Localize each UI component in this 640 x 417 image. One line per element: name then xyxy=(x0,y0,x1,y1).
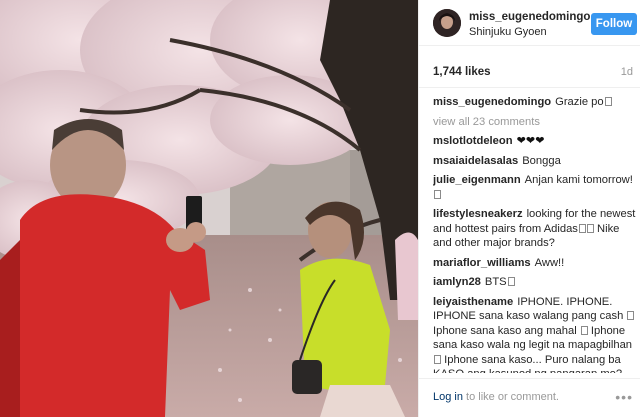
post-photo[interactable] xyxy=(0,0,418,417)
comment-text: BTS xyxy=(484,276,507,288)
comment-text: Bongga xyxy=(522,154,561,167)
comment-username[interactable]: lifestylesneakerz xyxy=(433,208,523,220)
comment-username[interactable]: julie_eigenmann xyxy=(433,174,521,186)
caption-username[interactable]: miss_eugenedomingo xyxy=(433,96,551,108)
comment-username[interactable]: msaiaidelasalas xyxy=(433,155,518,167)
comment-item: julie_eigenmann Anjan kami tomorrow! xyxy=(433,173,639,202)
avatar[interactable] xyxy=(433,9,461,37)
missing-glyph-icon xyxy=(627,311,635,320)
login-link[interactable]: Log in xyxy=(433,391,463,403)
comment-item: mariaflor_williams Aww!! xyxy=(433,256,639,271)
comment-item: mslotlotdeleon ❤❤❤ xyxy=(433,134,639,149)
comment-username[interactable]: iamlyn28 xyxy=(433,276,481,288)
missing-glyph-icon xyxy=(580,325,588,335)
comment-text: ❤❤❤ xyxy=(516,135,545,147)
more-options-icon[interactable]: ••• xyxy=(615,389,633,405)
comment-username[interactable]: mslotlotdeleon xyxy=(433,135,513,147)
missing-glyph-icon xyxy=(434,189,441,199)
comment-item: leiyaisthename IPHONE. IPHONE. IPHONE san… xyxy=(433,295,639,374)
post-sidebar: miss_eugenedomingo Shinjuku Gyoen Follow… xyxy=(418,0,640,417)
comment-text: Aww!! xyxy=(534,256,565,269)
missing-glyph-icon xyxy=(507,277,515,286)
missing-glyph-icon xyxy=(578,223,586,233)
caption-text: Grazie po xyxy=(555,96,604,108)
post-footer: Log in to like or comment. ••• xyxy=(419,378,640,417)
avatar-image-icon xyxy=(433,9,461,37)
missing-glyph-icon xyxy=(434,354,441,364)
missing-glyph-icon xyxy=(604,97,612,106)
comment-item: iamlyn28 BTS xyxy=(433,275,639,290)
instagram-post: miss_eugenedomingo Shinjuku Gyoen Follow… xyxy=(0,0,640,417)
comment-text-continued: Iphone sana kaso... Puro nalang ba KASO … xyxy=(433,353,622,374)
follow-button[interactable]: Follow xyxy=(591,13,637,35)
caption: miss_eugenedomingo Grazie po xyxy=(433,95,639,110)
location-link[interactable]: Shinjuku Gyoen xyxy=(469,26,547,38)
comment-text-continued: Iphone sana kaso ang mahal xyxy=(433,324,577,337)
post-age[interactable]: 1d xyxy=(621,66,633,78)
likes-count[interactable]: 1,744 likes xyxy=(433,66,491,78)
login-prompt-text: to like or comment. xyxy=(462,391,559,403)
comment-item: lifestylesneakerz looking for the newest … xyxy=(433,207,639,251)
cherry-blossom-photo xyxy=(0,0,418,417)
likes-row: 1,744 likes 1d xyxy=(419,60,640,88)
comment-text: Anjan kami tomorrow! xyxy=(524,174,633,186)
comment-username[interactable]: leiyaisthename xyxy=(433,296,513,308)
post-header: miss_eugenedomingo Shinjuku Gyoen Follow xyxy=(419,0,640,46)
comment-item: msaiaidelasalas Bongga xyxy=(433,154,639,169)
comments-list: miss_eugenedomingo Grazie po view all 23 … xyxy=(433,95,639,373)
view-all-comments-link[interactable]: view all 23 comments xyxy=(433,115,639,130)
comment-username[interactable]: mariaflor_williams xyxy=(433,257,531,269)
username-link[interactable]: miss_eugenedomingo xyxy=(469,11,590,23)
login-prompt: Log in to like or comment. xyxy=(433,391,559,403)
missing-glyph-icon xyxy=(586,223,594,233)
